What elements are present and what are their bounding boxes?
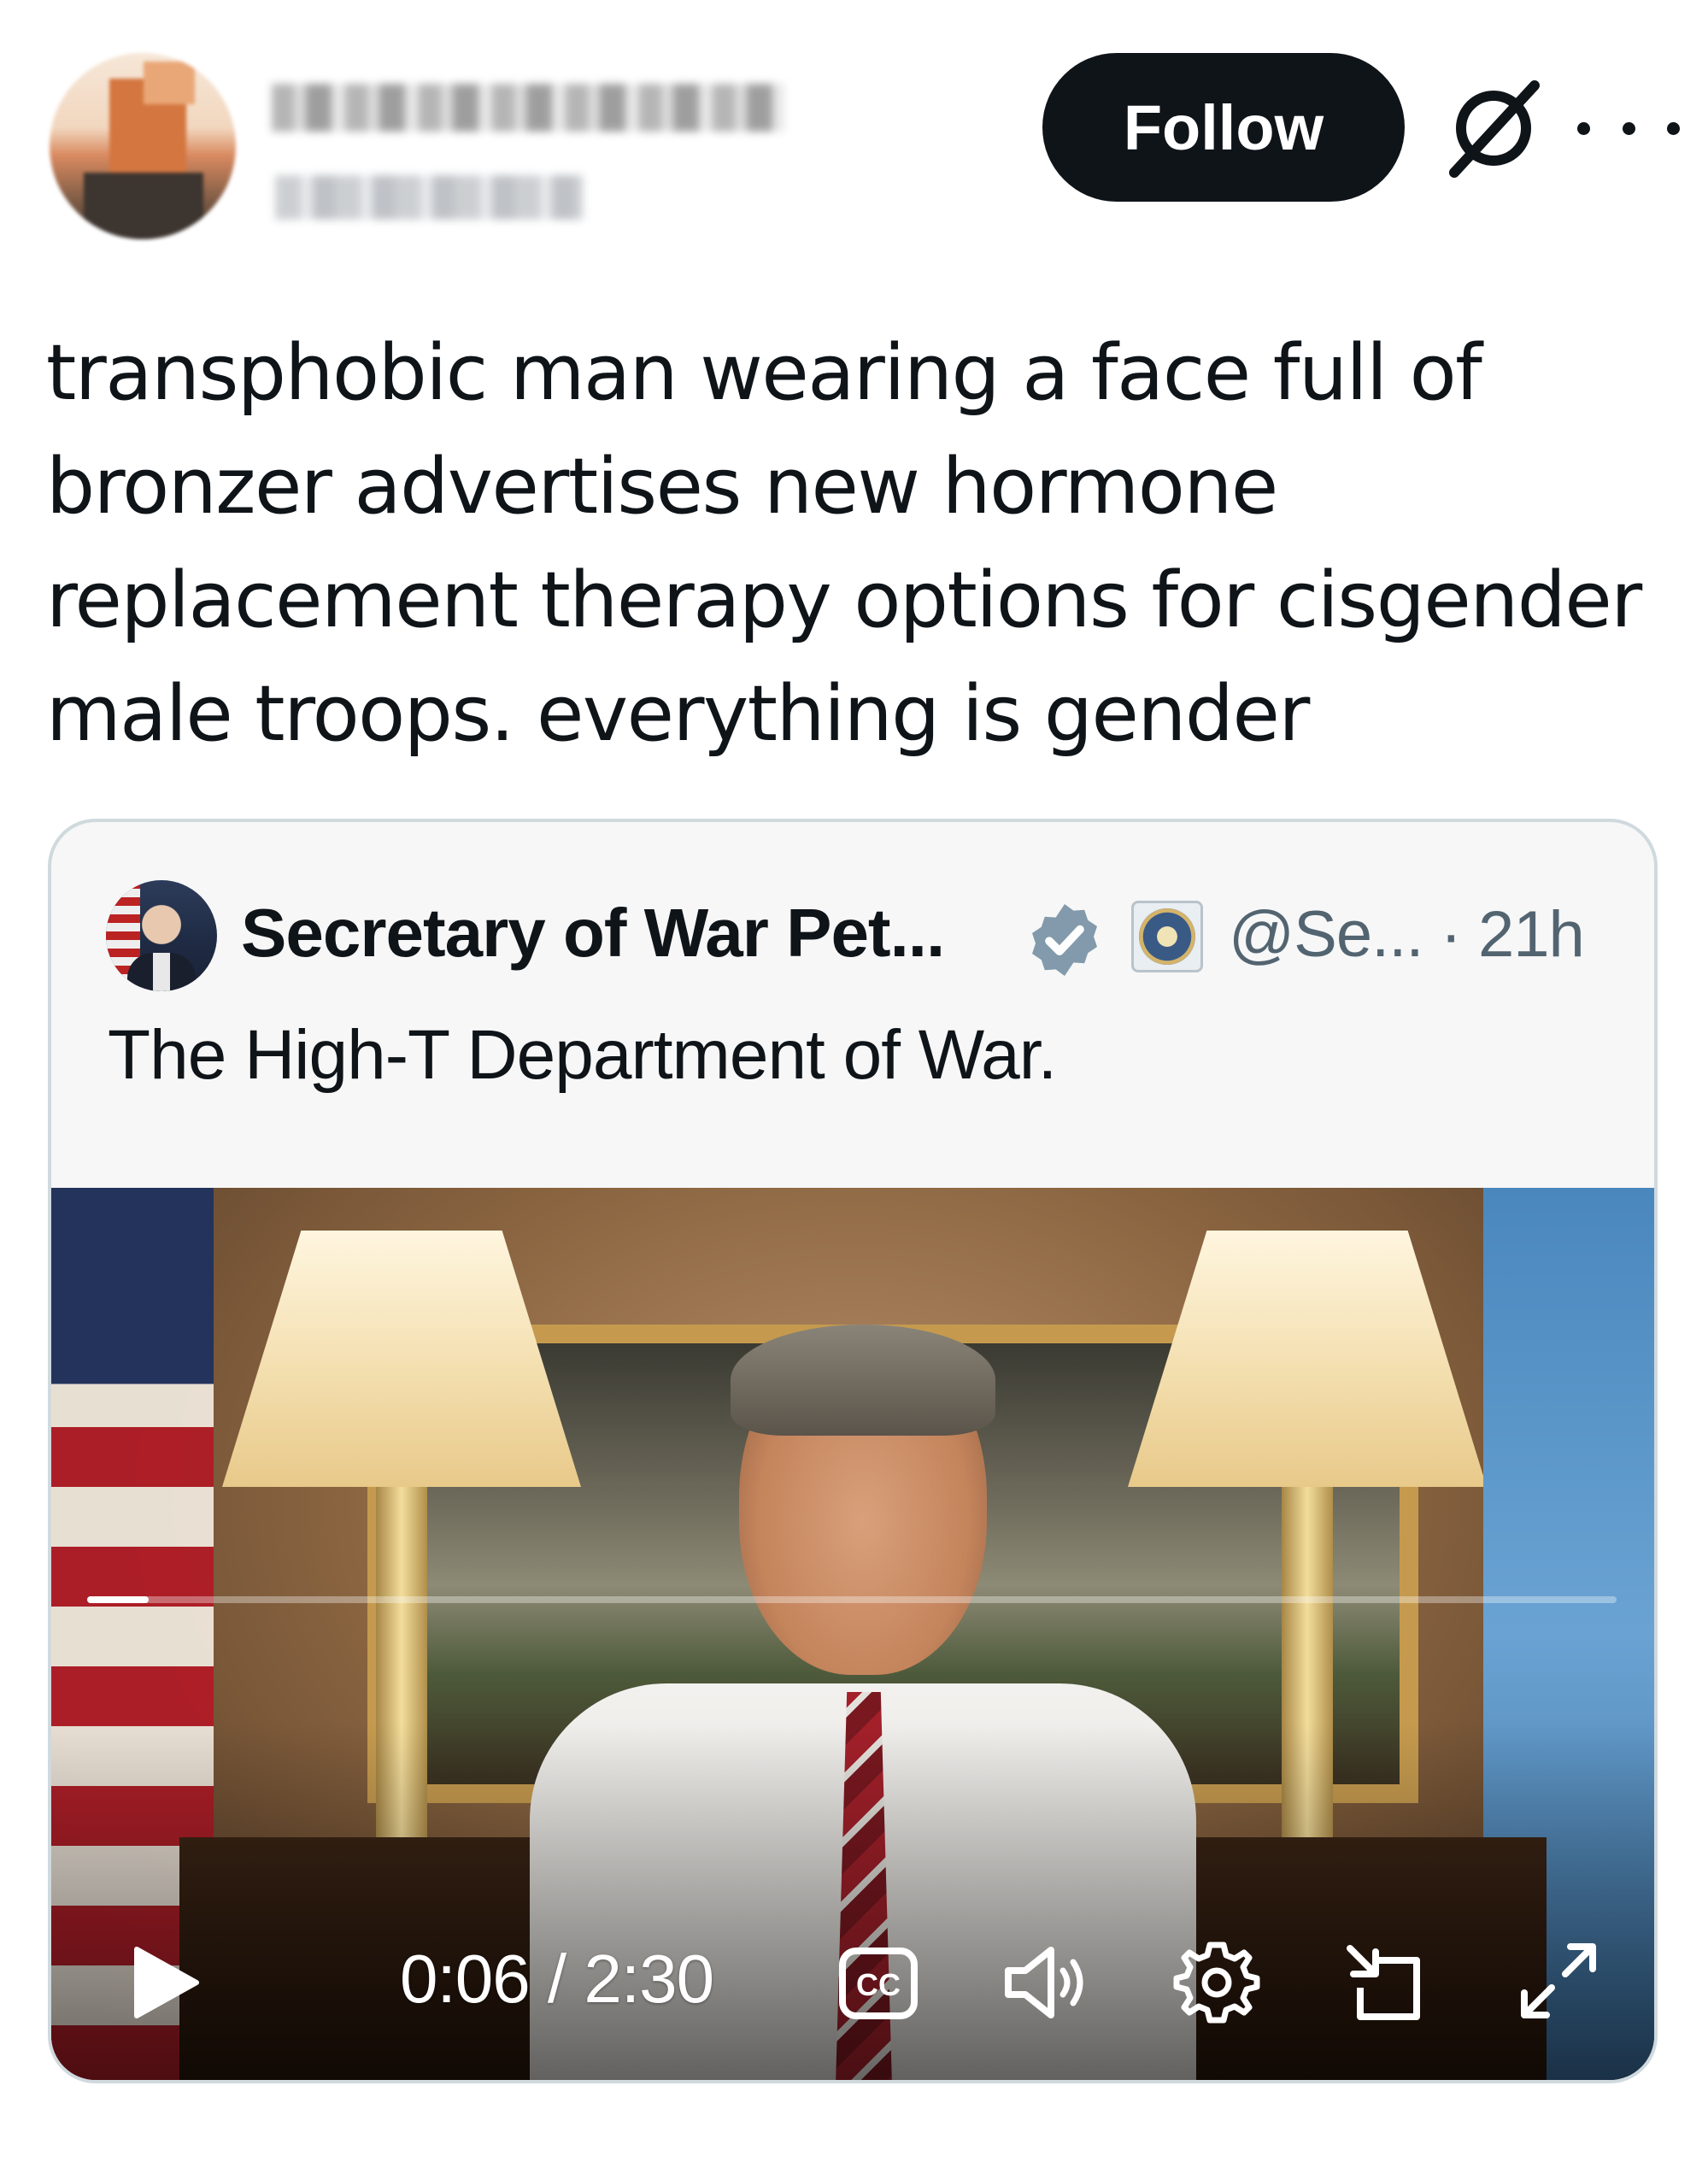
video-time: 0:06 / 2:30: [400, 1941, 714, 2017]
author-handle-redacted[interactable]: [275, 175, 583, 220]
author-name-redacted[interactable]: [272, 84, 784, 132]
cc-icon[interactable]: CC: [837, 1944, 919, 2023]
play-icon[interactable]: [130, 1944, 202, 2021]
grok-icon[interactable]: [1442, 77, 1545, 179]
quoted-tweet-card[interactable]: Secretary of War Pet... @Se... · 21h The…: [48, 819, 1658, 2083]
quoted-author-avatar[interactable]: [106, 880, 217, 991]
follow-button[interactable]: Follow: [1042, 53, 1405, 202]
author-avatar[interactable]: [50, 53, 236, 239]
svg-text:CC: CC: [856, 1967, 901, 2002]
more-icon[interactable]: [1577, 109, 1680, 147]
gear-icon[interactable]: [1172, 1938, 1261, 2027]
expand-icon[interactable]: [1514, 1936, 1603, 2025]
quoted-tweet-text: The High-T Department of War.: [108, 1016, 1057, 1094]
picture-in-picture-icon[interactable]: [1341, 1940, 1427, 2025]
video-progress-bar[interactable]: [87, 1596, 1617, 1603]
verified-badge-icon: [1032, 904, 1097, 976]
affiliate-seal-icon[interactable]: [1131, 901, 1203, 972]
volume-icon[interactable]: [1000, 1940, 1094, 2025]
quoted-handle-time: @Se... · 21h: [1229, 898, 1585, 971]
video-player[interactable]: 0:06 / 2:30 CC: [51, 1188, 1654, 2080]
video-progress-fill: [87, 1596, 149, 1603]
quoted-author-name[interactable]: Secretary of War Pet...: [241, 894, 945, 972]
tweet-text: transphobic man wearing a face full of b…: [46, 328, 1642, 759]
